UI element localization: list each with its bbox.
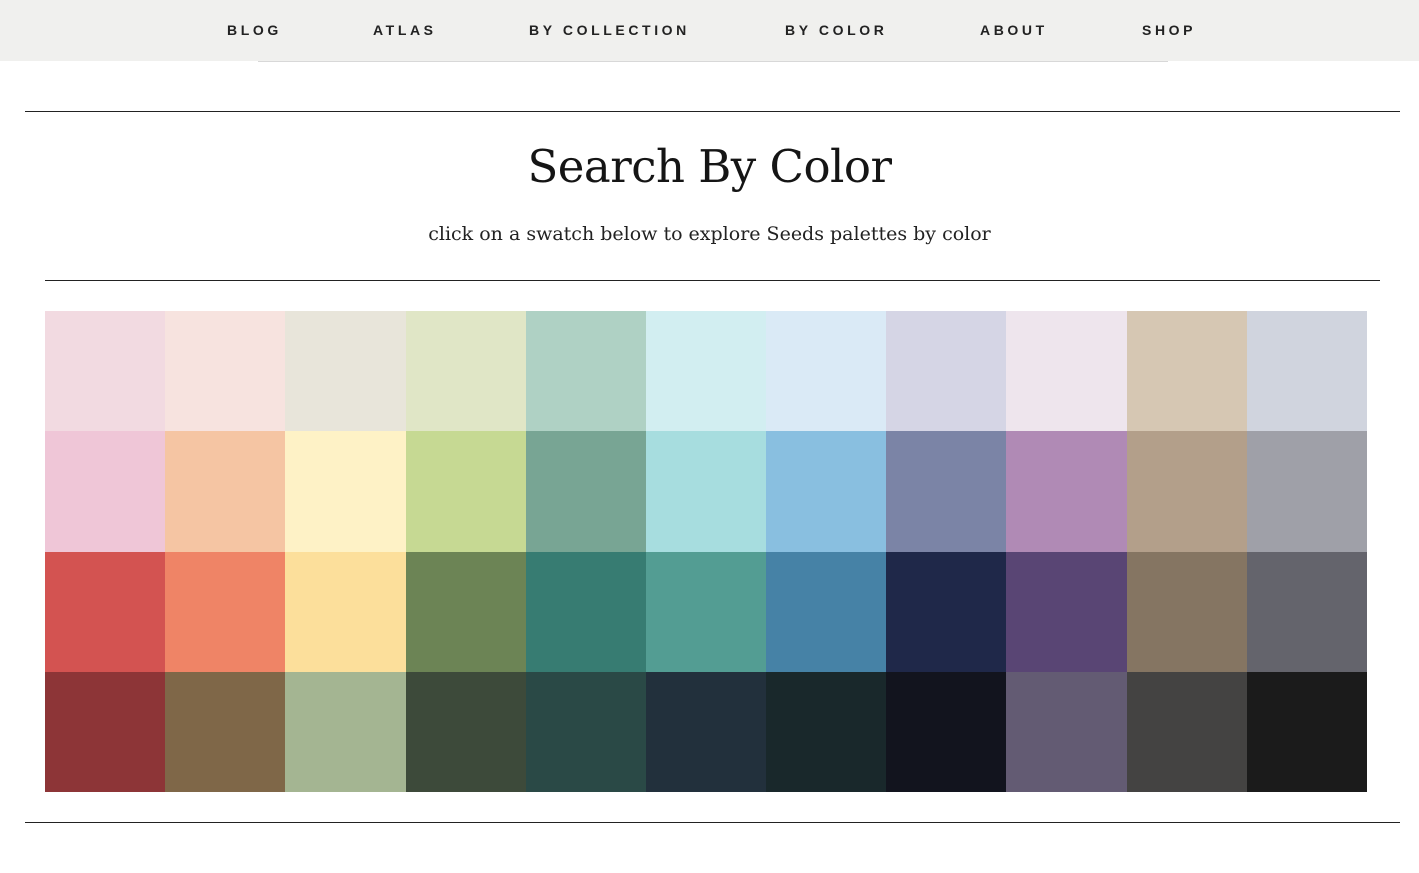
nav-shop-link[interactable]: SHOP bbox=[1142, 21, 1196, 39]
color-swatch[interactable] bbox=[766, 431, 887, 552]
color-swatch[interactable] bbox=[165, 431, 286, 552]
color-swatch[interactable] bbox=[766, 551, 887, 672]
color-swatch[interactable] bbox=[886, 311, 1007, 432]
color-swatch[interactable] bbox=[165, 551, 286, 672]
color-swatch[interactable] bbox=[645, 311, 767, 432]
bottom-divider bbox=[25, 822, 1400, 823]
color-swatch[interactable] bbox=[886, 551, 1007, 672]
color-swatch[interactable] bbox=[1246, 671, 1367, 792]
page-title: Search By Color bbox=[527, 140, 892, 193]
section-divider bbox=[45, 280, 1380, 281]
color-swatch[interactable] bbox=[405, 671, 526, 792]
color-swatch[interactable] bbox=[45, 671, 166, 792]
nav-atlas-link[interactable]: ATLAS bbox=[373, 21, 437, 39]
color-swatch[interactable] bbox=[1126, 311, 1247, 432]
color-swatch[interactable] bbox=[1246, 311, 1367, 432]
color-swatch[interactable] bbox=[766, 671, 887, 792]
color-swatch[interactable] bbox=[405, 311, 526, 432]
top-navigation: BLOG ATLAS BY COLLECTION BY COLOR ABOUT … bbox=[0, 0, 1419, 61]
color-swatch[interactable] bbox=[285, 431, 406, 552]
color-swatch[interactable] bbox=[405, 551, 526, 672]
color-swatch[interactable] bbox=[1006, 551, 1127, 672]
color-swatch[interactable] bbox=[525, 671, 646, 792]
nav-by-collection-link[interactable]: BY COLLECTION bbox=[529, 21, 690, 39]
color-swatch[interactable] bbox=[1246, 431, 1367, 552]
page-subtitle: click on a swatch below to explore Seeds… bbox=[428, 223, 991, 245]
color-swatch[interactable] bbox=[165, 671, 286, 792]
color-swatch[interactable] bbox=[766, 311, 887, 432]
color-swatch[interactable] bbox=[45, 551, 166, 672]
color-swatch[interactable] bbox=[886, 671, 1007, 792]
top-divider bbox=[25, 111, 1400, 112]
color-swatch[interactable] bbox=[45, 311, 166, 432]
color-swatch-grid bbox=[45, 311, 1367, 792]
color-swatch[interactable] bbox=[285, 311, 406, 432]
color-swatch[interactable] bbox=[1246, 551, 1367, 672]
color-swatch[interactable] bbox=[525, 431, 646, 552]
color-swatch[interactable] bbox=[285, 671, 406, 792]
color-swatch[interactable] bbox=[525, 311, 646, 432]
color-swatch[interactable] bbox=[1006, 311, 1127, 432]
color-swatch[interactable] bbox=[1006, 431, 1127, 552]
color-swatch[interactable] bbox=[525, 551, 646, 672]
nav-divider bbox=[258, 61, 1168, 62]
color-swatch[interactable] bbox=[1126, 671, 1247, 792]
color-swatch[interactable] bbox=[1126, 551, 1247, 672]
nav-by-color-link[interactable]: BY COLOR bbox=[785, 21, 887, 39]
color-swatch[interactable] bbox=[285, 551, 406, 672]
color-swatch[interactable] bbox=[886, 431, 1007, 552]
color-swatch[interactable] bbox=[645, 551, 767, 672]
nav-blog-link[interactable]: BLOG bbox=[227, 21, 282, 39]
color-swatch[interactable] bbox=[165, 311, 286, 432]
color-swatch[interactable] bbox=[1126, 431, 1247, 552]
color-swatch[interactable] bbox=[45, 431, 166, 552]
color-swatch[interactable] bbox=[645, 431, 767, 552]
color-swatch[interactable] bbox=[405, 431, 526, 552]
nav-about-link[interactable]: ABOUT bbox=[980, 21, 1048, 39]
color-swatch[interactable] bbox=[645, 671, 767, 792]
color-swatch[interactable] bbox=[1006, 671, 1127, 792]
